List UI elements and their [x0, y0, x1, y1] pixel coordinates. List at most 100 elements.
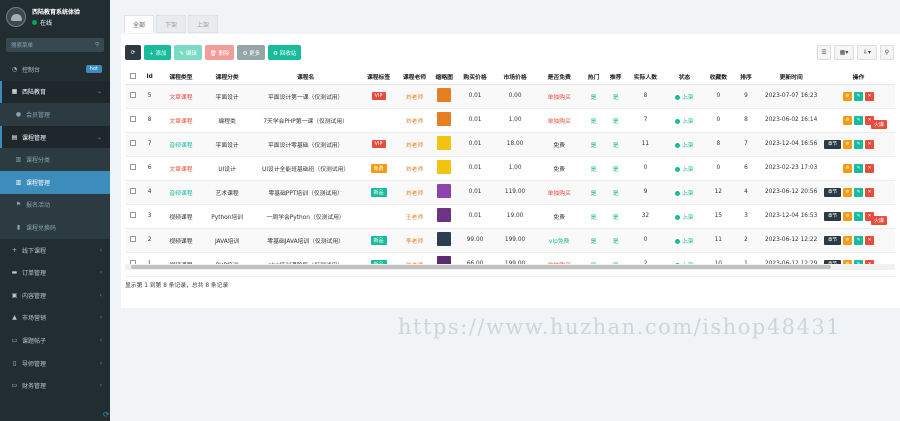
select-all-checkbox[interactable] [130, 72, 137, 79]
sidebar-item[interactable]: ▦ 西陆教育 ⌄ [0, 80, 110, 104]
settings-icon[interactable]: ⚙ [842, 91, 852, 101]
row-checkbox[interactable] [130, 188, 137, 194]
chapter-button[interactable]: 章节 [823, 235, 841, 245]
table-row[interactable]: 2 视频课程 JAVA培训 零基础JAVA培训（仅测试用） 新品 李老师 99.00 199.… [125, 228, 895, 253]
delete-icon[interactable]: ✕ [864, 139, 874, 149]
settings-icon[interactable]: ⚙ [842, 187, 852, 197]
search-icon[interactable]: ⚲ [880, 45, 894, 60]
table-header: Id 课程类型 课程分类 课程名 课程标签 课程老师 缩略图 购买价格 市场价格 是否免费 热门 推荐… [125, 70, 895, 85]
export-icon[interactable]: ⇩▾ [857, 45, 877, 60]
avatar [6, 7, 26, 27]
refresh-icon[interactable]: ⟳ [103, 410, 113, 420]
table-row[interactable]: 6 文章课程 UI设计 UI设计全能班基础班（仅测试用） 免费 刘老师 0.01 1.00 免费… [125, 156, 895, 181]
sidebar-item[interactable]: ▲ 市场营销 ‹ [0, 307, 110, 330]
settings-icon[interactable]: ⚙ [842, 115, 852, 125]
row-checkbox[interactable] [130, 92, 137, 98]
sidebar-item[interactable]: ◔ 控制台 hot [0, 58, 110, 81]
menu-search-input[interactable]: 搜索菜单 ⚲ [6, 38, 104, 52]
sidebar-item[interactable]: ▯ 导师管理 ‹ [0, 352, 110, 375]
sort-cell: 6 [731, 156, 761, 181]
thumbnail-image[interactable] [437, 160, 452, 174]
tab-1[interactable]: 下架 [156, 15, 187, 33]
sidebar-item[interactable]: ▭ 课题帖子 ‹ [0, 329, 110, 352]
free-cell: 单独购买 [535, 180, 583, 205]
sidebar-item-label: 内容管理 [22, 292, 47, 300]
delete-icon[interactable]: ✕ [864, 187, 874, 197]
row-checkbox[interactable] [130, 236, 137, 242]
edit-button[interactable]: ✎ 编辑 [174, 45, 202, 60]
thumbnail-cell [432, 108, 456, 133]
edit-icon[interactable]: ✎ [853, 139, 863, 149]
chevron-left-icon: ‹ [99, 246, 102, 254]
search-icon[interactable]: ⚲ [95, 42, 99, 48]
sidebar-item[interactable]: ▥ 课程管理 [0, 170, 110, 194]
plus-icon: + [11, 246, 18, 254]
row-checkbox[interactable] [130, 140, 137, 146]
column-header: 更新时间 [760, 70, 822, 85]
id-cell: 6 [141, 156, 158, 181]
settings-icon[interactable]: ⚙ [842, 235, 852, 245]
sidebar-item[interactable]: ▤ 课程管理 ⌄ [0, 125, 110, 149]
sidebar-item[interactable]: ⚑ 报名活动 [0, 193, 110, 217]
settings-icon[interactable]: ⚙ [842, 163, 852, 173]
course-type-cell: 视频课程 [157, 228, 205, 253]
edit-icon[interactable]: ✎ [853, 211, 863, 221]
chapter-button[interactable]: 章节 [823, 139, 841, 149]
thumbnail-image[interactable] [437, 208, 452, 222]
table-row[interactable]: 3 视频课程 Python培训 一周学会Python（仅测试用） 火爆 王老师 0.01 19… [125, 204, 895, 229]
update-time-cell: 2023-06-02 16:14 [760, 108, 822, 133]
table-row[interactable]: 7 音频课程 平面设计 平面设计零基础（仅测试用） VIP 刘老师 0.01 18.00 免费是… [125, 132, 895, 157]
table-row[interactable]: 4 音频课程 艺术课程 零基础PPT培训（仅测试用） 新品 刘老师 0.01 119.00 单独… [125, 180, 895, 205]
category-cell: 编程类 [204, 108, 251, 133]
settings-icon[interactable]: ⚙ [842, 139, 852, 149]
refresh-button[interactable]: ⟳ [125, 45, 141, 60]
sidebar-item[interactable]: ▭ 财务管理 ‹ [0, 374, 110, 397]
settings-icon[interactable]: ⚙ [842, 211, 852, 221]
pagination-info: 显示第 1 到第 8 条记录，总共 8 条记录 [125, 283, 229, 289]
thumbnail-image[interactable] [437, 112, 452, 126]
delete-icon[interactable]: ✕ [864, 163, 874, 173]
delete-icon[interactable]: ✕ [864, 235, 874, 245]
edit-icon[interactable]: ✎ [853, 115, 863, 125]
status-cell: 上架 [663, 204, 705, 229]
sidebar-item[interactable]: ▥ 课程分类 [0, 148, 110, 171]
column-header: 操作 [821, 70, 895, 85]
sidebar-item[interactable]: ● 会员管理 [0, 103, 110, 126]
recycle-bin-button[interactable]: ♻ 回收站 [268, 45, 302, 60]
add-button[interactable]: + 添加 [144, 45, 172, 60]
hot-cell: 是 [582, 108, 605, 133]
sidebar-item-label: 课程兑换码 [26, 224, 57, 232]
edit-icon[interactable]: ✎ [853, 235, 863, 245]
tab-0[interactable]: 全部 [124, 15, 155, 33]
sidebar-item[interactable]: ▮ 课程兑换码 [0, 216, 110, 239]
sidebar-item[interactable]: ▬ 订单管理 ‹ [0, 261, 110, 284]
edit-icon[interactable]: ✎ [853, 163, 863, 173]
thumbnail-image[interactable] [437, 184, 452, 198]
sidebar-item[interactable]: + 线下课程 ‹ [0, 239, 110, 262]
chapter-button[interactable]: 章节 [823, 187, 841, 197]
row-checkbox[interactable] [130, 212, 137, 218]
edit-icon[interactable]: ✎ [853, 187, 863, 197]
chapter-button[interactable]: 章节 [823, 211, 841, 221]
column-header: 课程标签 [361, 70, 396, 85]
thumbnail-image[interactable] [437, 232, 452, 246]
recommend-cell: 是 [604, 180, 627, 205]
row-checkbox[interactable] [130, 164, 137, 170]
delete-icon[interactable]: ✕ [864, 91, 874, 101]
sidebar-item[interactable]: ▣ 内容管理 ‹ [0, 284, 110, 307]
tab-2[interactable]: 上架 [188, 15, 219, 33]
scrollbar-thumb[interactable] [131, 265, 831, 269]
tag-cell: VIP [361, 84, 396, 109]
more-button[interactable]: ⚙ 更多 [237, 45, 266, 60]
columns-icon[interactable]: ▦▾ [834, 45, 854, 60]
edit-icon[interactable]: ✎ [853, 91, 863, 101]
row-checkbox[interactable] [130, 116, 137, 122]
table-row[interactable]: 5 文章课程 平面设计 平面设计第一课（仅测试用） VIP 刘老师 0.01 0.00 单独购买… [125, 84, 895, 109]
thumbnail-image[interactable] [437, 88, 452, 102]
delete-button[interactable]: 🗑 删除 [204, 45, 235, 60]
toggle-view-icon[interactable]: ☰ [817, 45, 831, 60]
horizontal-scrollbar[interactable] [125, 264, 895, 270]
table-row[interactable]: 8 文章课程 编程类 7天学会PHP第一课（仅测试用） 火爆 刘老师 0.01 1.00 单独购… [125, 108, 895, 133]
thumbnail-image[interactable] [437, 136, 452, 150]
status-cell: 上架 [663, 228, 705, 253]
